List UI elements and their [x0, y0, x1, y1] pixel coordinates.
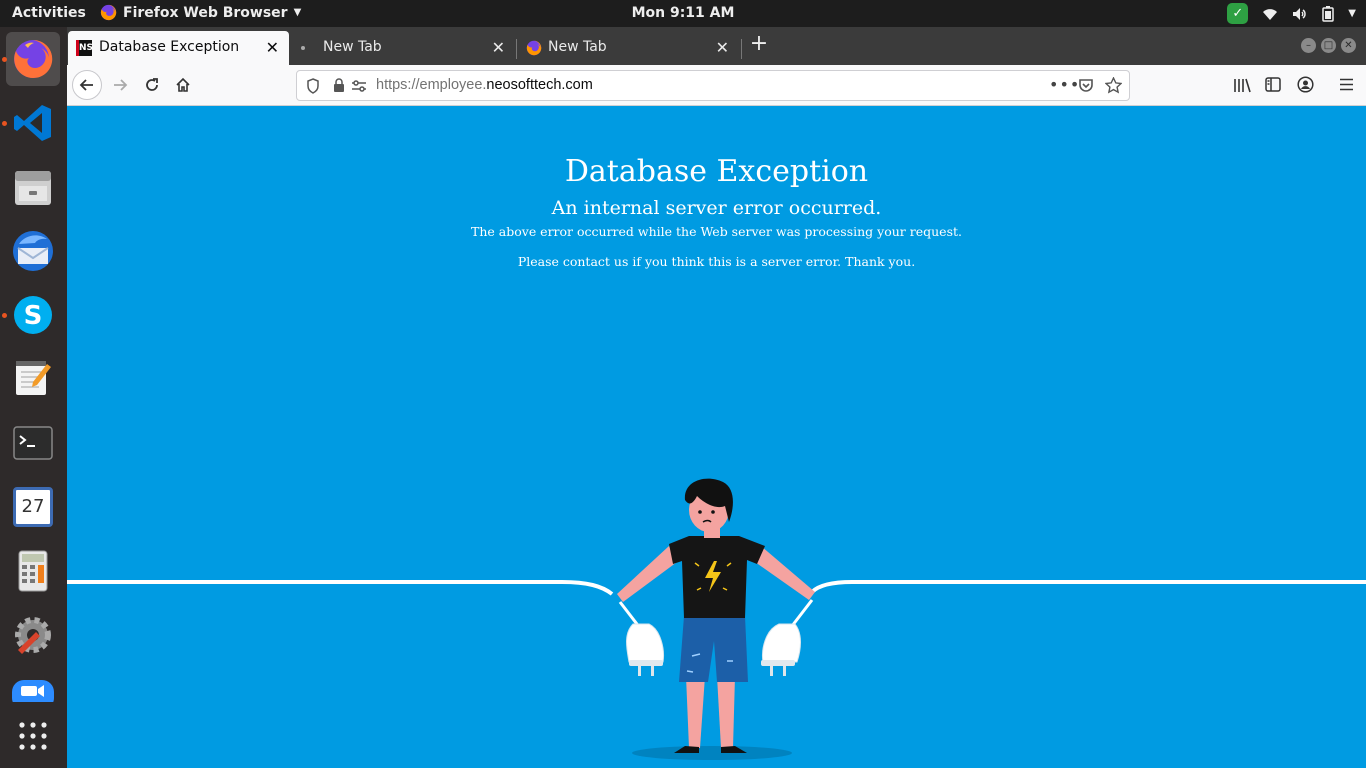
lock-icon[interactable] — [333, 78, 345, 93]
arm-right — [755, 546, 815, 600]
close-icon[interactable]: ✕ — [266, 38, 279, 57]
arrow-right-icon — [114, 79, 128, 91]
dock-firefox[interactable] — [6, 32, 60, 86]
files-icon — [15, 171, 51, 205]
app-grid-icon — [19, 722, 47, 750]
cable-left — [67, 580, 614, 596]
dock-files[interactable] — [6, 160, 60, 214]
url-prefix: https://employee. — [376, 77, 487, 93]
tab-new-tab-2[interactable]: New Tab ✕ — [517, 31, 739, 65]
app-name: Firefox Web Browser — [123, 4, 288, 21]
firefox-icon — [526, 40, 542, 56]
activities-button[interactable]: Activities — [12, 5, 86, 21]
firefox-icon — [100, 4, 117, 21]
dock-terminal[interactable] — [6, 416, 60, 470]
contact-message: Please contact us if you think this is a… — [517, 254, 916, 269]
tab-title: New Tab — [323, 39, 382, 55]
new-tab-button[interactable]: + — [747, 33, 771, 57]
favicon-ns: NS — [76, 40, 93, 56]
url-bar[interactable]: https://employee.neosofttech.com ••• — [296, 70, 1130, 101]
plug-right — [761, 599, 814, 676]
dock-thunderbird[interactable] — [6, 224, 60, 278]
app-menu[interactable]: Firefox Web Browser ▼ — [100, 4, 301, 21]
figure-shadow — [632, 746, 792, 760]
running-indicator — [2, 57, 7, 62]
chevron-down-icon: ▼ — [1348, 8, 1356, 19]
cable-right — [810, 580, 1366, 594]
permissions-icon[interactable] — [351, 79, 367, 93]
account-icon[interactable] — [1297, 76, 1314, 93]
chevron-down-icon: ▼ — [293, 7, 302, 18]
clock[interactable]: Mon 9:11 AM — [632, 5, 735, 21]
reload-button[interactable] — [137, 70, 167, 100]
dock-skype[interactable]: S — [6, 288, 60, 342]
running-indicator — [2, 121, 7, 126]
url-domain: neosofttech.com — [486, 77, 593, 93]
back-button[interactable] — [72, 70, 102, 100]
page-title: Database Exception — [564, 154, 869, 189]
calendar-day: 27 — [21, 496, 45, 517]
page-content: Database Exception An internal server er… — [67, 106, 1366, 768]
running-indicator — [2, 313, 7, 318]
tab-new-tab-1[interactable]: New Tab ✕ — [289, 31, 515, 65]
sidebar-icon[interactable] — [1265, 77, 1281, 92]
reload-icon — [146, 78, 158, 91]
dock-show-apps[interactable] — [6, 709, 60, 763]
calculator-icon — [18, 550, 48, 592]
settings-icon — [15, 617, 51, 654]
gnome-top-bar: Activities Firefox Web Browser ▼ Mon 9:1… — [0, 0, 1366, 27]
arm-left — [617, 546, 677, 602]
zoom-icon — [12, 680, 54, 702]
dock-calendar[interactable]: 27 — [6, 480, 60, 534]
wifi-icon — [1263, 8, 1278, 20]
text-editor-icon — [16, 361, 51, 395]
tab-bar: NS Database Exception ✕ New Tab ✕ New Ta… — [67, 27, 1366, 65]
minimize-button[interactable]: – — [1301, 38, 1316, 53]
system-tray[interactable]: ✓ ▼ — [1227, 3, 1356, 24]
battery-icon — [1322, 5, 1335, 22]
pocket-icon[interactable] — [1078, 78, 1094, 93]
navigation-toolbar: https://employee.neosofttech.com ••• — [67, 65, 1366, 106]
firefox-icon — [14, 39, 53, 78]
tab-database-exception[interactable]: NS Database Exception ✕ — [68, 31, 289, 65]
dock-text-editor[interactable] — [6, 351, 60, 405]
thunderbird-icon — [13, 231, 53, 271]
arrow-left-icon — [79, 79, 93, 91]
svg-text:S: S — [24, 301, 43, 331]
shield-icon[interactable] — [306, 78, 320, 94]
error-description: The above error occurred while the Web s… — [471, 224, 962, 239]
skype-icon: S — [14, 296, 52, 334]
maximize-button[interactable]: □ — [1321, 38, 1336, 53]
close-window-button[interactable]: ✕ — [1341, 38, 1356, 53]
dock-settings[interactable] — [6, 608, 60, 662]
hamburger-menu-icon[interactable] — [1339, 78, 1354, 91]
home-icon — [176, 77, 190, 92]
vscode-icon — [14, 105, 51, 141]
more-actions-icon[interactable]: ••• — [1049, 75, 1080, 94]
dock-vscode[interactable] — [6, 96, 60, 150]
plug-left — [618, 601, 664, 676]
tab-title: New Tab — [548, 39, 607, 55]
page-subtitle: An internal server error occurred. — [551, 197, 882, 219]
tab-title: Database Exception — [99, 39, 240, 55]
calendar-icon: 27 — [13, 487, 53, 527]
dock: S 27 — [0, 27, 67, 768]
terminal-icon — [13, 426, 53, 460]
volume-icon — [1293, 7, 1306, 20]
close-icon[interactable]: ✕ — [716, 38, 729, 57]
library-icon[interactable] — [1233, 77, 1251, 93]
dock-zoom[interactable] — [6, 672, 60, 702]
close-icon[interactable]: ✕ — [492, 38, 505, 57]
tab-separator — [741, 39, 742, 59]
update-shield-icon[interactable]: ✓ — [1227, 3, 1249, 24]
url-text[interactable]: https://employee.neosofttech.com — [376, 77, 593, 93]
home-button[interactable] — [168, 70, 198, 100]
dock-calculator[interactable] — [6, 544, 60, 598]
tab-dot-icon — [301, 46, 305, 50]
unplugged-cable-illustration — [67, 478, 1366, 760]
forward-button[interactable] — [105, 70, 135, 100]
bookmark-star-icon[interactable] — [1105, 77, 1122, 94]
